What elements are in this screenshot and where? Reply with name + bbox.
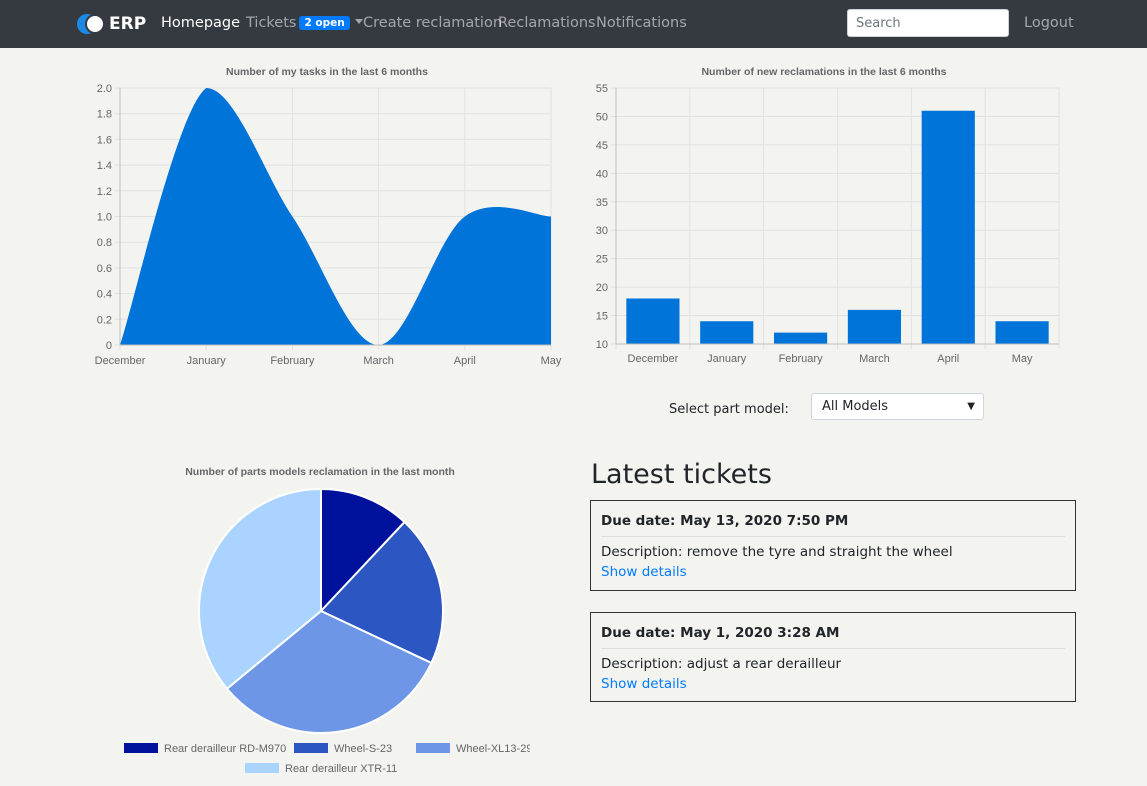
y-tick-label: 30 xyxy=(596,225,608,237)
y-tick-label: 40 xyxy=(596,168,608,180)
chart-title: Number of my tasks in the last 6 months xyxy=(226,66,428,78)
ticket-card: Due date: May 1, 2020 3:28 AM Descriptio… xyxy=(590,612,1076,702)
y-tick-label: 1.8 xyxy=(97,109,112,121)
bar-january xyxy=(700,321,754,344)
logout-link[interactable]: Logout xyxy=(1024,15,1074,31)
show-details-link[interactable]: Show details xyxy=(601,564,1065,580)
legend-label: Rear derailleur XTR-11 xyxy=(285,763,397,775)
caret-down-icon xyxy=(354,19,363,24)
show-details-link[interactable]: Show details xyxy=(601,676,1065,692)
x-tick-label: February xyxy=(779,353,824,365)
part-model-label: Select part model: xyxy=(669,402,789,417)
x-tick-label: March xyxy=(859,353,890,365)
y-tick-label: 0.4 xyxy=(97,289,112,301)
x-tick-label: March xyxy=(363,355,394,367)
legend-swatch xyxy=(294,743,328,753)
y-tick-label: 0 xyxy=(106,340,112,352)
legend-swatch xyxy=(416,743,450,753)
bar-may xyxy=(995,321,1049,344)
x-tick-label: December xyxy=(95,355,146,367)
nav-reclamations[interactable]: Reclamations xyxy=(498,15,596,31)
chart-title: Number of new reclamations in the last 6… xyxy=(701,66,946,78)
x-tick-label: December xyxy=(628,353,679,365)
x-tick-label: April xyxy=(937,353,959,365)
chart-title: Number of parts models reclamation in th… xyxy=(185,466,455,478)
y-tick-label: 15 xyxy=(596,311,608,323)
reclamations-bar-chart: Number of new reclamations in the last 6… xyxy=(596,66,1060,365)
nav-tickets-dropdown[interactable]: Tickets 2 open xyxy=(246,15,363,31)
y-tick-label: 1.4 xyxy=(97,160,112,172)
part-model-select[interactable]: All Models ▼ xyxy=(811,393,984,420)
ticket-due-date: Due date: May 1, 2020 3:28 AM xyxy=(601,613,1065,649)
legend-swatch xyxy=(245,763,279,773)
nav-tickets-label: Tickets xyxy=(246,15,297,31)
open-tickets-badge: 2 open xyxy=(299,16,350,30)
y-tick-label: 55 xyxy=(596,83,608,95)
bar-february xyxy=(774,332,828,344)
y-tick-label: 35 xyxy=(596,197,608,209)
x-tick-label: January xyxy=(187,355,227,367)
brand-link[interactable]: ERP xyxy=(77,12,146,36)
y-tick-label: 0.8 xyxy=(97,237,112,249)
part-model-selected: All Models xyxy=(822,399,889,414)
bar-december xyxy=(626,298,680,344)
y-tick-label: 1.6 xyxy=(97,134,112,146)
y-tick-label: 25 xyxy=(596,254,608,266)
parts-pie-chart: Number of parts models reclamation in th… xyxy=(124,466,530,775)
dropdown-arrow-icon: ▼ xyxy=(967,401,975,412)
bar-march xyxy=(847,309,901,344)
y-tick-label: 10 xyxy=(596,339,608,351)
tasks-area-chart: Number of my tasks in the last 6 months … xyxy=(95,66,562,367)
x-tick-label: April xyxy=(454,355,476,367)
y-tick-label: 0.6 xyxy=(97,263,112,275)
latest-tickets-heading: Latest tickets xyxy=(591,459,772,490)
legend-label: Rear derailleur RD-M970 xyxy=(164,743,286,755)
ticket-description: Description: adjust a rear derailleur xyxy=(601,656,842,672)
y-tick-label: 50 xyxy=(596,111,608,123)
ticket-card: Due date: May 13, 2020 7:50 PM Descripti… xyxy=(590,500,1076,591)
nav-notifications[interactable]: Notifications xyxy=(596,15,687,31)
y-tick-label: 1.0 xyxy=(97,212,112,224)
y-tick-label: 45 xyxy=(596,140,608,152)
y-tick-label: 20 xyxy=(596,282,608,294)
nav-create-reclamation[interactable]: Create reclamation xyxy=(363,15,502,31)
x-tick-label: February xyxy=(270,355,315,367)
ticket-description: Description: remove the tyre and straigh… xyxy=(601,544,953,560)
brand-text: ERP xyxy=(109,14,147,34)
y-tick-label: 2.0 xyxy=(97,83,112,95)
y-tick-label: 1.2 xyxy=(97,186,112,198)
nav-homepage[interactable]: Homepage xyxy=(161,15,240,31)
ticket-due-date: Due date: May 13, 2020 7:50 PM xyxy=(601,501,1065,537)
bar-april xyxy=(921,110,975,344)
erp-logo-icon xyxy=(77,14,105,34)
x-tick-label: May xyxy=(541,355,562,367)
y-tick-label: 0.2 xyxy=(97,314,112,326)
x-tick-label: January xyxy=(707,353,747,365)
legend-swatch xyxy=(124,743,158,753)
top-navbar: ERP Homepage Tickets 2 open Create reclam… xyxy=(0,0,1147,48)
x-tick-label: May xyxy=(1012,353,1033,365)
legend-label: Wheel-XL13-29 xyxy=(456,743,530,755)
legend-label: Wheel-S-23 xyxy=(334,743,392,755)
search-input[interactable] xyxy=(847,9,1009,37)
